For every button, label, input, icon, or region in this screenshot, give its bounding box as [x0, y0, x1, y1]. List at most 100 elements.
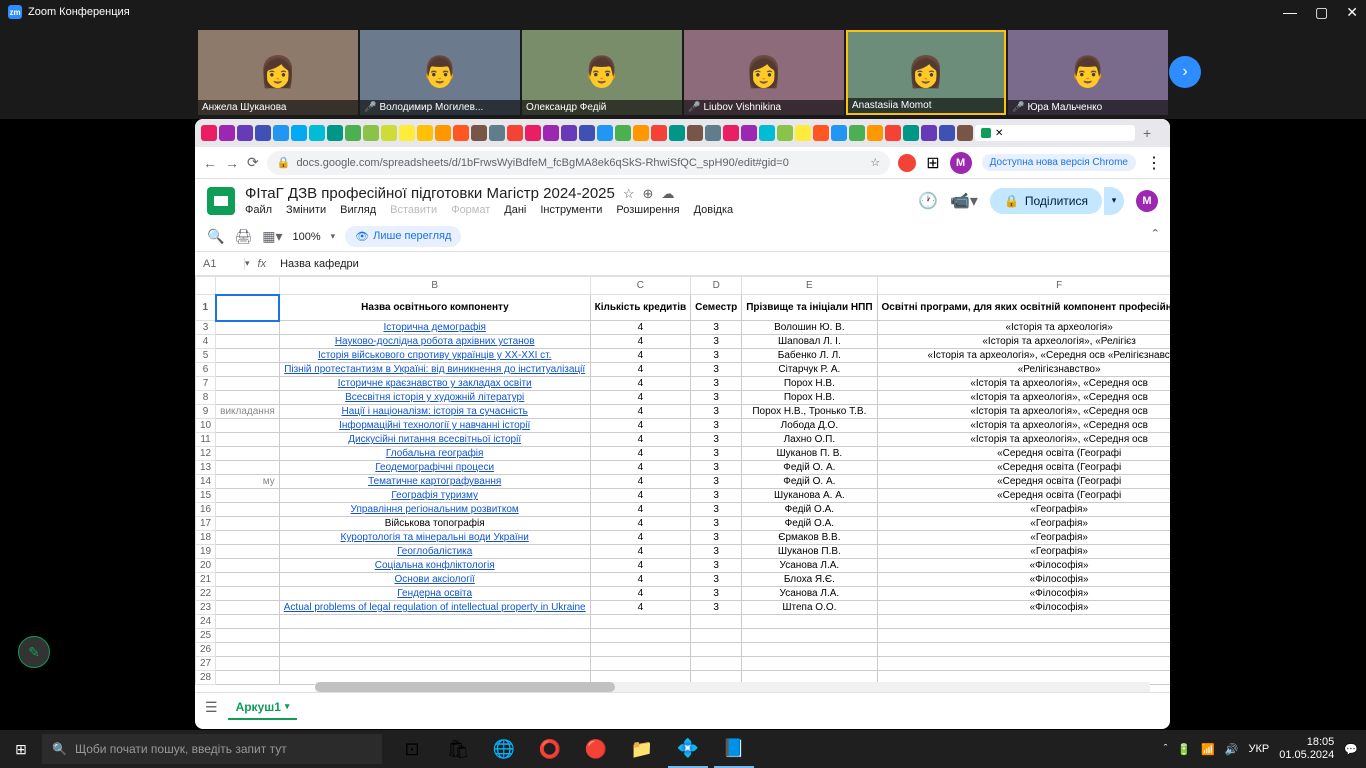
- start-button[interactable]: ⊞: [0, 730, 42, 768]
- cell[interactable]: Федій О. А.: [742, 461, 877, 475]
- cell[interactable]: «Географія»: [877, 517, 1170, 531]
- cell[interactable]: 3: [691, 461, 742, 475]
- store-icon[interactable]: 🛍: [438, 730, 478, 768]
- view-mode-badge[interactable]: 👁 Лише перегляд: [345, 226, 461, 247]
- tab-icon[interactable]: [795, 125, 811, 141]
- cell[interactable]: [742, 629, 877, 643]
- scroll-thumb[interactable]: [315, 682, 615, 692]
- star-icon[interactable]: ☆: [870, 156, 880, 169]
- opera-icon[interactable]: 🔴: [576, 730, 616, 768]
- cell[interactable]: Бабенко Л. Л.: [742, 349, 877, 363]
- cell[interactable]: Всесвітня історія у художній літературі: [279, 391, 590, 405]
- cell[interactable]: Порох Н.В.: [742, 377, 877, 391]
- cell[interactable]: [216, 671, 280, 685]
- cell[interactable]: [216, 601, 280, 615]
- cell[interactable]: 4: [590, 321, 691, 335]
- row-number[interactable]: 12: [196, 447, 216, 461]
- cell[interactable]: [216, 363, 280, 377]
- cell[interactable]: [216, 615, 280, 629]
- cell[interactable]: [216, 461, 280, 475]
- cell[interactable]: «Середня освіта (Географі: [877, 461, 1170, 475]
- column-header[interactable]: C: [590, 277, 691, 295]
- cell[interactable]: «Середня освіта (Географі: [877, 447, 1170, 461]
- cell[interactable]: 4: [590, 489, 691, 503]
- gallery-next-button[interactable]: ›: [1169, 56, 1201, 88]
- edge-icon[interactable]: 🌐: [484, 730, 524, 768]
- close-button[interactable]: ✕: [1346, 4, 1358, 21]
- cell[interactable]: 3: [691, 573, 742, 587]
- taskbar-search[interactable]: 🔍 Щоби почати пошук, введіть запит тут: [42, 734, 382, 764]
- cell[interactable]: 3: [691, 587, 742, 601]
- account-avatar[interactable]: M: [1136, 190, 1158, 212]
- cell[interactable]: Інформаційні технології у навчанні істор…: [279, 419, 590, 433]
- cell[interactable]: «Філософія»: [877, 601, 1170, 615]
- back-button[interactable]: ←: [203, 155, 217, 171]
- cell[interactable]: 3: [691, 559, 742, 573]
- cell[interactable]: 4: [590, 475, 691, 489]
- filter-icon[interactable]: ▦▾: [262, 228, 282, 245]
- cell[interactable]: 4: [590, 447, 691, 461]
- cell[interactable]: [742, 643, 877, 657]
- cell[interactable]: Федій О.А.: [742, 503, 877, 517]
- tab-icon[interactable]: [903, 125, 919, 141]
- tab-icon[interactable]: [813, 125, 829, 141]
- cell[interactable]: Волошин Ю. В.: [742, 321, 877, 335]
- cell[interactable]: [742, 657, 877, 671]
- cell[interactable]: «Філософія»: [877, 587, 1170, 601]
- cell[interactable]: «Історія та археологія», «Середня осв: [877, 419, 1170, 433]
- row-number[interactable]: 5: [196, 349, 216, 363]
- cell[interactable]: [691, 615, 742, 629]
- tab-icon[interactable]: [219, 125, 235, 141]
- row-number[interactable]: 22: [196, 587, 216, 601]
- row-number[interactable]: 8: [196, 391, 216, 405]
- tab-icon[interactable]: [489, 125, 505, 141]
- cell[interactable]: [877, 643, 1170, 657]
- zoom-taskbar-icon[interactable]: 💠: [668, 730, 708, 768]
- cell[interactable]: 4: [590, 531, 691, 545]
- cell[interactable]: «Історія та археологія», «Середня осв: [877, 377, 1170, 391]
- cell[interactable]: [742, 615, 877, 629]
- cell[interactable]: Усанова Л.А.: [742, 559, 877, 573]
- row-number[interactable]: 18: [196, 531, 216, 545]
- cell[interactable]: Порох Н.В.: [742, 391, 877, 405]
- cell[interactable]: [279, 629, 590, 643]
- menu-item[interactable]: Інструменти: [540, 204, 602, 216]
- cell[interactable]: 3: [691, 517, 742, 531]
- cell[interactable]: «Історія та археологія», «Релігієз: [877, 335, 1170, 349]
- extensions-icon[interactable]: ⊞: [926, 153, 939, 173]
- tab-icon[interactable]: [687, 125, 703, 141]
- tab-icon[interactable]: [291, 125, 307, 141]
- cell[interactable]: 3: [691, 545, 742, 559]
- cell[interactable]: [691, 643, 742, 657]
- cell[interactable]: [216, 517, 280, 531]
- cell[interactable]: Тематичне картографування: [279, 475, 590, 489]
- cell[interactable]: «Географія»: [877, 545, 1170, 559]
- cell[interactable]: Науково-дослідна робота архівних установ: [279, 335, 590, 349]
- cell[interactable]: Лахно О.П.: [742, 433, 877, 447]
- tab-icon[interactable]: [561, 125, 577, 141]
- cell[interactable]: Шуканова А. А.: [742, 489, 877, 503]
- cell[interactable]: «Історія та археологія», «Середня осв: [877, 433, 1170, 447]
- cell[interactable]: [590, 615, 691, 629]
- row-number[interactable]: 21: [196, 573, 216, 587]
- cell[interactable]: Шуканов П. В.: [742, 447, 877, 461]
- print-icon[interactable]: 🖨: [234, 228, 252, 245]
- row-number[interactable]: 3: [196, 321, 216, 335]
- row-number[interactable]: 17: [196, 517, 216, 531]
- row-number[interactable]: 9: [196, 405, 216, 419]
- cell[interactable]: 4: [590, 433, 691, 447]
- cell[interactable]: Федій О.А.: [742, 517, 877, 531]
- cell[interactable]: 4: [590, 503, 691, 517]
- row-number[interactable]: 1: [196, 295, 216, 321]
- cell[interactable]: [279, 643, 590, 657]
- video-tile[interactable]: 👨🎤Володимир Могилев...: [360, 30, 520, 115]
- tab-icon[interactable]: [615, 125, 631, 141]
- tab-icon[interactable]: [867, 125, 883, 141]
- cell[interactable]: 4: [590, 601, 691, 615]
- header-cell[interactable]: Семестр: [691, 295, 742, 321]
- cell[interactable]: [216, 643, 280, 657]
- tab-icon[interactable]: [723, 125, 739, 141]
- cell[interactable]: [279, 657, 590, 671]
- menu-item[interactable]: Дані: [504, 204, 526, 216]
- cell[interactable]: 3: [691, 601, 742, 615]
